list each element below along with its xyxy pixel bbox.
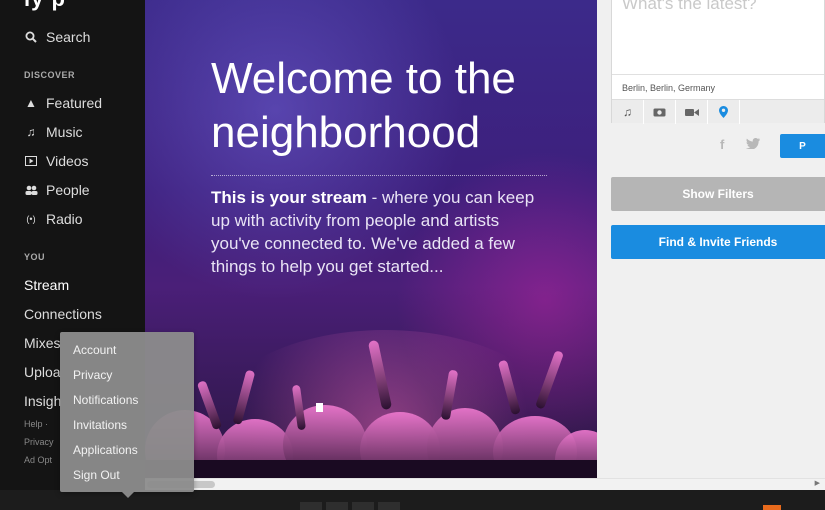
sidebar-item-mixes[interactable]: Mixes [24, 335, 61, 351]
status-input[interactable]: What's the latest? [622, 0, 757, 14]
menu-item-invitations[interactable]: Invitations [73, 418, 127, 432]
sidebar-item-connections[interactable]: Connections [24, 306, 102, 322]
sidebar-item-label: Music [46, 124, 83, 140]
help-link[interactable]: Help · [24, 419, 48, 429]
ad-options-link[interactable]: Ad Opt [24, 455, 52, 465]
hero-description: This is your stream - where you can keep… [211, 186, 551, 278]
logo[interactable]: iy p [24, 0, 66, 12]
crowd-illustration [145, 340, 597, 478]
status-composer: What's the latest? Berlin, Berlin, Germa… [611, 0, 825, 124]
sidebar-item-label: Featured [46, 95, 103, 111]
radio-icon: (•) [26, 214, 36, 224]
hero-title: Welcome to the neighborhood [211, 54, 516, 157]
sidebar-item-people[interactable]: People [24, 182, 90, 198]
hero-description-bold: This is your stream [211, 188, 367, 207]
player-control[interactable] [300, 502, 322, 510]
people-icon [24, 185, 38, 195]
account-menu: Account Privacy Notifications Invitation… [60, 332, 194, 498]
sidebar-item-featured[interactable]: ▲ Featured [24, 95, 102, 111]
scroll-right-arrow-icon[interactable]: ▶ [815, 479, 820, 487]
sidebar-item-radio[interactable]: (•) Radio [24, 211, 83, 227]
player-accent[interactable] [763, 505, 781, 510]
sidebar-item-label: Search [46, 29, 91, 45]
sidebar-item-label: People [46, 182, 90, 198]
welcome-hero: Welcome to the neighborhood This is your… [145, 0, 597, 478]
sidebar-item-label: Radio [46, 211, 83, 227]
menu-item-notifications[interactable]: Notifications [73, 393, 138, 407]
you-heading: YOU [24, 252, 46, 262]
location-pin-icon[interactable] [708, 100, 740, 124]
sidebar-item-search[interactable]: Search [24, 29, 90, 45]
player-control[interactable] [326, 502, 348, 510]
flame-icon: ▲ [25, 96, 37, 110]
share-options: f [720, 137, 761, 152]
privacy-link[interactable]: Privacy [24, 437, 54, 447]
menu-item-account[interactable]: Account [73, 343, 116, 357]
location-text[interactable]: Berlin, Berlin, Germany [612, 74, 824, 96]
player-control[interactable] [378, 502, 400, 510]
camera-icon[interactable] [644, 100, 676, 124]
music-note-icon: ♫ [26, 125, 36, 139]
twitter-icon[interactable] [746, 137, 761, 152]
video-icon [24, 156, 38, 166]
player-control[interactable] [352, 502, 374, 510]
menu-caret [122, 492, 134, 498]
sidebar-item-videos[interactable]: Videos [24, 153, 89, 169]
video-camera-icon[interactable] [676, 100, 708, 124]
sidebar-item-uploads[interactable]: Uploa [24, 364, 61, 380]
find-invite-friends-button[interactable]: Find & Invite Friends [611, 225, 825, 259]
menu-item-sign-out[interactable]: Sign Out [73, 468, 120, 482]
facebook-icon[interactable]: f [720, 137, 724, 152]
media-toolbar: ♫ [612, 99, 824, 124]
search-icon [24, 31, 38, 43]
menu-item-applications[interactable]: Applications [73, 443, 138, 457]
sidebar-item-music[interactable]: ♫ Music [24, 124, 83, 140]
sidebar-item-label: Videos [46, 153, 89, 169]
discover-heading: DISCOVER [24, 70, 76, 80]
music-note-icon[interactable]: ♫ [612, 100, 644, 124]
sidebar-item-stream[interactable]: Stream [24, 277, 69, 293]
post-button[interactable]: P [780, 134, 825, 158]
sidebar-item-insights[interactable]: Insigh [24, 393, 61, 409]
horizontal-scrollbar[interactable]: ▶ [145, 478, 825, 490]
show-filters-button[interactable]: Show Filters [611, 177, 825, 211]
hero-divider [211, 175, 547, 176]
menu-item-privacy[interactable]: Privacy [73, 368, 112, 382]
